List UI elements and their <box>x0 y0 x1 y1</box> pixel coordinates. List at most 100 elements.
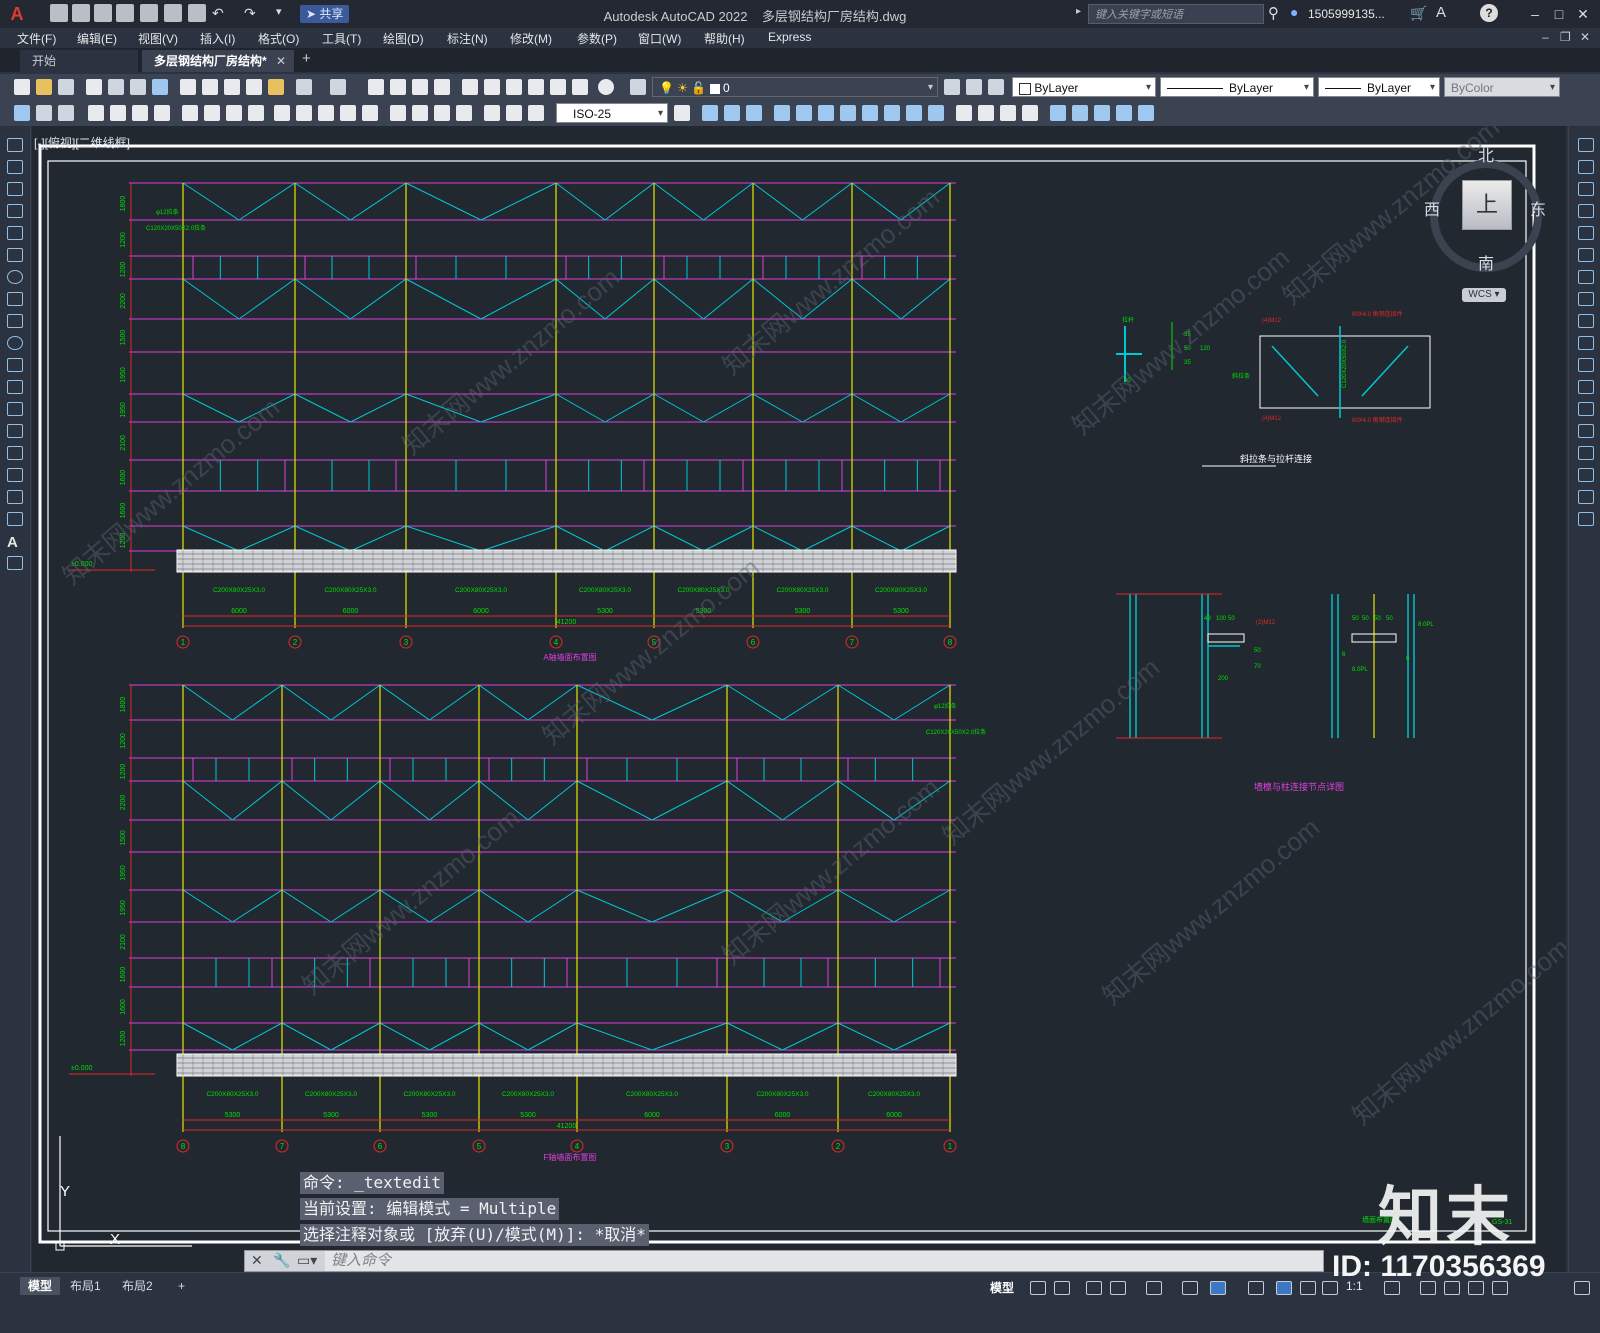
rotate-icon[interactable] <box>840 105 856 121</box>
layout-tab-model[interactable]: 模型 <box>20 1277 61 1295</box>
dimension-update-icon[interactable] <box>528 105 544 121</box>
wcs-menu[interactable]: WCS ▾ <box>1462 288 1506 302</box>
stretch-tool-icon[interactable] <box>1578 314 1594 328</box>
extend-icon[interactable] <box>928 105 944 121</box>
save-as-icon[interactable] <box>116 4 134 22</box>
polygon-icon[interactable] <box>7 204 23 218</box>
blend-curves-icon[interactable] <box>1578 490 1594 504</box>
ordinate-dimension-icon[interactable] <box>154 105 170 121</box>
aligned-dimension-icon[interactable] <box>110 105 126 121</box>
share-button[interactable]: ➤ 共享 <box>300 5 350 23</box>
design-center-icon[interactable] <box>484 79 500 95</box>
dimension-style-icon[interactable] <box>674 105 690 121</box>
object-snap-icon[interactable] <box>1210 1281 1226 1295</box>
menu-tools[interactable]: 工具(T) <box>322 30 361 47</box>
break-at-point-icon[interactable] <box>1578 380 1594 394</box>
move-tool-icon[interactable] <box>1578 248 1594 262</box>
dimstyle-dropdown[interactable]: ISO-25 ▾ <box>556 103 668 123</box>
construction-line-icon[interactable] <box>7 160 23 174</box>
layer-properties-icon[interactable] <box>630 79 646 95</box>
viewcube-north[interactable]: 北 <box>1478 142 1494 166</box>
close-command-icon[interactable]: ✕ <box>251 1252 263 1269</box>
menu-format[interactable]: 格式(O) <box>258 30 299 47</box>
drawing-viewport[interactable]: [-][俯视][二维线框] 1800 1200 1200 2200 1500 1950 19… <box>32 126 1566 1272</box>
viewcube-south[interactable]: 南 <box>1478 250 1494 274</box>
menu-insert[interactable]: 插入(I) <box>200 30 235 47</box>
undo-icon[interactable]: ↶ <box>212 5 224 22</box>
plot-icon[interactable] <box>86 79 102 95</box>
help-search-input[interactable]: 键入关键字或短语 <box>1088 4 1264 24</box>
explode-tool-icon[interactable] <box>1578 512 1594 526</box>
snap-icon[interactable] <box>1054 1281 1070 1295</box>
offset-tool-icon[interactable] <box>1578 204 1594 218</box>
open-icon[interactable] <box>36 79 52 95</box>
multiline-text-icon[interactable]: A <box>7 534 23 551</box>
publish-icon[interactable] <box>130 79 146 95</box>
plot-icon[interactable] <box>188 4 206 22</box>
quickcalc-icon[interactable] <box>572 79 588 95</box>
break-tool-icon[interactable] <box>1578 402 1594 416</box>
viewcube-west[interactable]: 西 <box>1424 196 1440 220</box>
new-file-icon[interactable] <box>50 4 68 22</box>
quick-dimension-icon[interactable] <box>274 105 290 121</box>
redo-icon[interactable]: ↷ <box>244 5 256 22</box>
menu-edit[interactable]: 编辑(E) <box>77 30 117 47</box>
jogged-linear-icon[interactable] <box>456 105 472 121</box>
join-tool-icon[interactable] <box>1578 424 1594 438</box>
scale-icon[interactable] <box>862 105 878 121</box>
menu-express[interactable]: Express <box>768 30 811 44</box>
dimension-text-edit-icon[interactable] <box>506 105 522 121</box>
viewcube-top-face[interactable]: 上 <box>1462 180 1512 230</box>
layout-tab-layout1[interactable]: 布局1 <box>62 1277 109 1295</box>
lineweight-dropdown[interactable]: ByLayer ▾ <box>1318 77 1440 97</box>
ungroup-icon[interactable] <box>1094 105 1110 121</box>
tab-start[interactable]: 开始 <box>20 50 138 72</box>
text-to-front-icon[interactable] <box>1138 105 1154 121</box>
array-icon[interactable] <box>796 105 812 121</box>
isometric-drafting-icon[interactable] <box>1146 1281 1162 1295</box>
menu-file[interactable]: 文件(F) <box>17 30 56 47</box>
tolerance-icon[interactable] <box>390 105 406 121</box>
search-expand-icon[interactable]: ▸ <box>1076 6 1081 17</box>
tab-drawing[interactable]: 多层钢结构厂房结构* ✕ <box>142 50 294 72</box>
grid-icon[interactable] <box>1030 1281 1046 1295</box>
linear-dimension-icon[interactable] <box>88 105 104 121</box>
viewcube-east[interactable]: 东 <box>1530 196 1546 220</box>
table-icon[interactable] <box>7 512 23 526</box>
autodesk-a360-icon[interactable]: A <box>1436 4 1446 21</box>
command-line[interactable]: ✕ 🔧 ▭▾ 键入命令 <box>244 1250 1324 1272</box>
close-tab-icon[interactable]: ✕ <box>276 50 286 72</box>
break-icon[interactable] <box>956 105 972 121</box>
command-input[interactable]: 键入命令 <box>331 1251 391 1271</box>
cad-drawing-canvas[interactable]: 1800120012002200150019501950210016001600… <box>32 126 1566 1272</box>
dimension-edit-icon[interactable] <box>484 105 500 121</box>
doc-minimize-button[interactable]: – <box>1542 30 1549 44</box>
cart-icon[interactable]: 🛒 <box>1410 5 1427 22</box>
save-web-icon[interactable] <box>164 4 182 22</box>
menu-dimension[interactable]: 标注(N) <box>447 30 488 47</box>
move-icon[interactable] <box>818 105 834 121</box>
region-icon[interactable] <box>7 490 23 504</box>
sheet-set-icon[interactable] <box>528 79 544 95</box>
wrench-icon[interactable]: 🔧 <box>273 1252 290 1269</box>
erase-icon[interactable] <box>702 105 718 121</box>
search-icon[interactable]: ⚲ <box>1268 4 1279 22</box>
menu-modify[interactable]: 修改(M) <box>510 30 552 47</box>
add-selected-icon[interactable] <box>7 556 23 570</box>
gradient-icon[interactable] <box>7 468 23 482</box>
ellipse-icon[interactable] <box>7 336 23 350</box>
dimension-break-icon[interactable] <box>362 105 378 121</box>
spline-icon[interactable] <box>7 314 23 328</box>
stretch-icon[interactable] <box>884 105 900 121</box>
paste-icon[interactable] <box>224 79 240 95</box>
copy-icon[interactable] <box>202 79 218 95</box>
menu-window[interactable]: 窗口(W) <box>638 30 681 47</box>
cut-icon[interactable] <box>180 79 196 95</box>
dimension-space-icon[interactable] <box>340 105 356 121</box>
auto-scale-icon[interactable] <box>1300 1281 1316 1295</box>
menu-parametric[interactable]: 参数(P) <box>577 30 617 47</box>
diameter-dimension-icon[interactable] <box>226 105 242 121</box>
properties-icon[interactable] <box>462 79 478 95</box>
point-icon[interactable] <box>7 424 23 438</box>
circle-icon[interactable] <box>7 270 23 284</box>
